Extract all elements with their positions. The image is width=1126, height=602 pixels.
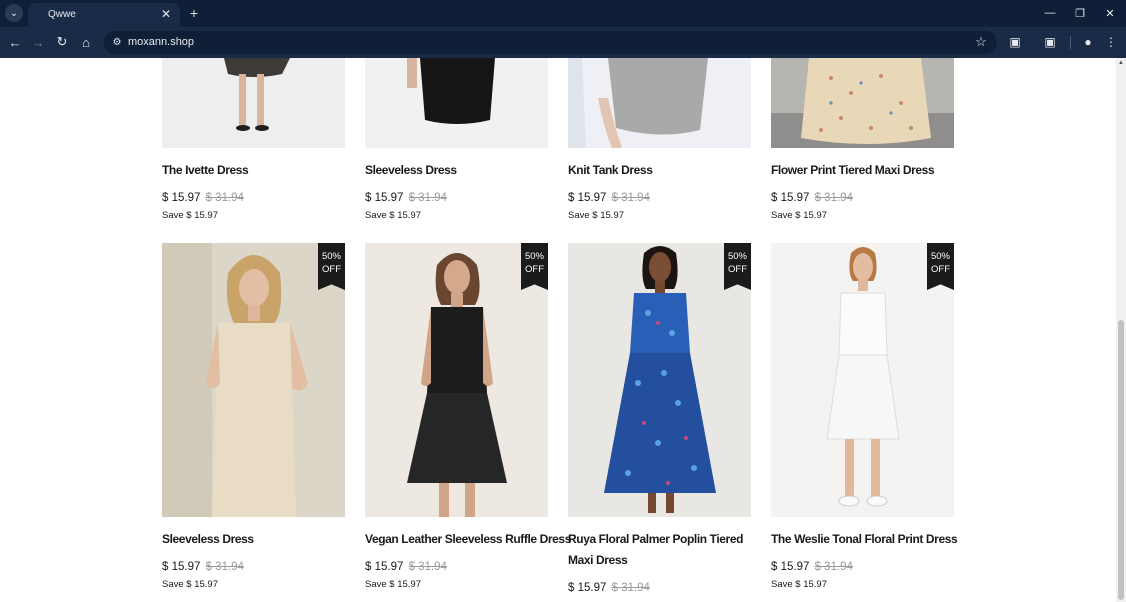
save-amount: Save $ 15.97 — [771, 579, 827, 590]
sale-price: $ 15.97 — [365, 192, 404, 204]
profile-button[interactable]: ● — [1079, 33, 1097, 51]
product-title[interactable]: Vegan Leather Sleeveless Ruffle Dress — [365, 529, 571, 550]
person-icon: ● — [1084, 35, 1092, 49]
camera-icon: ▣ — [1044, 35, 1056, 49]
compare-price: $ 31.94 — [814, 561, 853, 573]
compare-price: $ 31.94 — [611, 192, 650, 204]
price-row: $ 15.97 $ 31.94 — [568, 582, 650, 594]
chevron-down-icon: ⌄ — [9, 7, 19, 19]
product-image[interactable] — [568, 58, 751, 148]
product-title[interactable]: Flower Print Tiered Maxi Dress — [771, 160, 935, 181]
sale-price: $ 15.97 — [568, 582, 607, 594]
new-tab-button[interactable]: + — [185, 4, 203, 22]
browser-tab[interactable]: Qwwe ✕ — [28, 3, 180, 27]
compare-price: $ 31.94 — [205, 192, 244, 204]
product-title[interactable]: Sleeveless Dress — [365, 160, 457, 181]
arrow-right-icon: → — [31, 34, 45, 50]
product-title[interactable]: Knit Tank Dress — [568, 160, 653, 181]
url-text[interactable]: moxann.shop — [128, 36, 194, 48]
product-image[interactable] — [771, 58, 954, 148]
price-row: $ 15.97 $ 31.94 — [365, 192, 447, 204]
discount-badge: 50% OFF — [318, 243, 345, 290]
save-amount: Save $ 15.97 — [162, 210, 218, 221]
badge-percent: 50% — [930, 251, 950, 262]
back-button[interactable]: ← — [6, 33, 24, 51]
product-title[interactable]: The Ivette Dress — [162, 160, 249, 181]
product-title[interactable]: Sleeveless Dress — [162, 529, 254, 550]
reload-icon: ↻ — [56, 34, 68, 49]
price-row: $ 15.97 $ 31.94 — [771, 561, 853, 573]
scrollbar-thumb[interactable] — [1118, 320, 1124, 600]
sale-price: $ 15.97 — [162, 561, 201, 573]
tab-search-button[interactable]: ⌄ — [5, 4, 23, 22]
extensions-button[interactable]: ▣ — [1006, 33, 1024, 51]
sale-price: $ 15.97 — [771, 561, 810, 573]
compare-price: $ 31.94 — [205, 561, 244, 573]
restore-icon: ❐ — [1075, 7, 1085, 20]
badge-label: OFF — [728, 264, 747, 275]
address-bar[interactable]: ⚙ moxann.shop ☆ — [104, 31, 997, 54]
plus-icon: + — [189, 5, 199, 21]
bookmark-star-icon[interactable]: ☆ — [973, 34, 989, 50]
sale-price: $ 15.97 — [365, 561, 404, 573]
product-title[interactable]: The Weslie Tonal Floral Print Dress — [771, 529, 971, 550]
close-icon: ✕ — [1105, 7, 1115, 20]
browser-toolbar: ← → ↻ ⌂ ⚙ moxann.shop ☆ ▣ ▣ ● ⋮ — [0, 27, 1126, 58]
discount-badge: 50% OFF — [521, 243, 548, 290]
compare-price: $ 31.94 — [814, 192, 853, 204]
compare-price: $ 31.94 — [408, 192, 447, 204]
home-icon: ⌂ — [82, 34, 90, 50]
forward-button[interactable]: → — [29, 33, 47, 51]
home-button[interactable]: ⌂ — [77, 33, 95, 51]
price-row: $ 15.97 $ 31.94 — [568, 192, 650, 204]
more-vertical-icon: ⋮ — [1105, 35, 1117, 49]
arrow-left-icon: ← — [8, 34, 22, 50]
menu-button[interactable]: ⋮ — [1102, 33, 1120, 51]
scroll-up-arrow-icon[interactable]: ▲ — [1116, 58, 1126, 68]
price-row: $ 15.97 $ 31.94 — [365, 561, 447, 573]
save-amount: Save $ 15.97 — [365, 210, 421, 221]
page-viewport: The Ivette Dress $ 15.97 $ 31.94 Save $ … — [0, 58, 1116, 602]
save-amount: Save $ 15.97 — [771, 210, 827, 221]
minimize-icon: — — [1044, 7, 1056, 19]
badge-label: OFF — [525, 264, 544, 275]
save-amount: Save $ 15.97 — [162, 579, 218, 590]
site-info-icon[interactable]: ⚙ — [110, 35, 124, 49]
puzzle-icon: ▣ — [1009, 35, 1021, 49]
product-title[interactable]: Ruya Floral Palmer Poplin Tiered Maxi Dr… — [568, 529, 758, 571]
discount-badge: 50% OFF — [724, 243, 751, 290]
product-image[interactable] — [162, 58, 345, 148]
toolbar-divider — [1070, 36, 1071, 49]
restore-button[interactable]: ❐ — [1070, 4, 1090, 22]
discount-badge: 50% OFF — [927, 243, 954, 290]
badge-label: OFF — [322, 264, 341, 275]
product-image[interactable] — [365, 58, 548, 148]
compare-price: $ 31.94 — [611, 582, 650, 594]
page-scrollbar[interactable]: ▲ — [1116, 58, 1126, 602]
tab-title: Qwwe — [48, 9, 76, 20]
badge-percent: 50% — [524, 251, 544, 262]
close-window-button[interactable]: ✕ — [1100, 4, 1120, 22]
price-row: $ 15.97 $ 31.94 — [162, 192, 244, 204]
badge-label: OFF — [931, 264, 950, 275]
sale-price: $ 15.97 — [568, 192, 607, 204]
price-row: $ 15.97 $ 31.94 — [162, 561, 244, 573]
minimize-button[interactable]: — — [1040, 4, 1060, 22]
save-amount: Save $ 15.97 — [568, 210, 624, 221]
reload-button[interactable]: ↻ — [53, 33, 71, 51]
compare-price: $ 31.94 — [408, 561, 447, 573]
sale-price: $ 15.97 — [771, 192, 810, 204]
browser-tab-bar: ⌄ Qwwe ✕ + — ❐ ✕ — [0, 0, 1126, 27]
close-icon[interactable]: ✕ — [158, 6, 174, 22]
screenshot-button[interactable]: ▣ — [1041, 33, 1059, 51]
badge-percent: 50% — [321, 251, 341, 262]
price-row: $ 15.97 $ 31.94 — [771, 192, 853, 204]
sale-price: $ 15.97 — [162, 192, 201, 204]
badge-percent: 50% — [727, 251, 747, 262]
save-amount: Save $ 15.97 — [365, 579, 421, 590]
